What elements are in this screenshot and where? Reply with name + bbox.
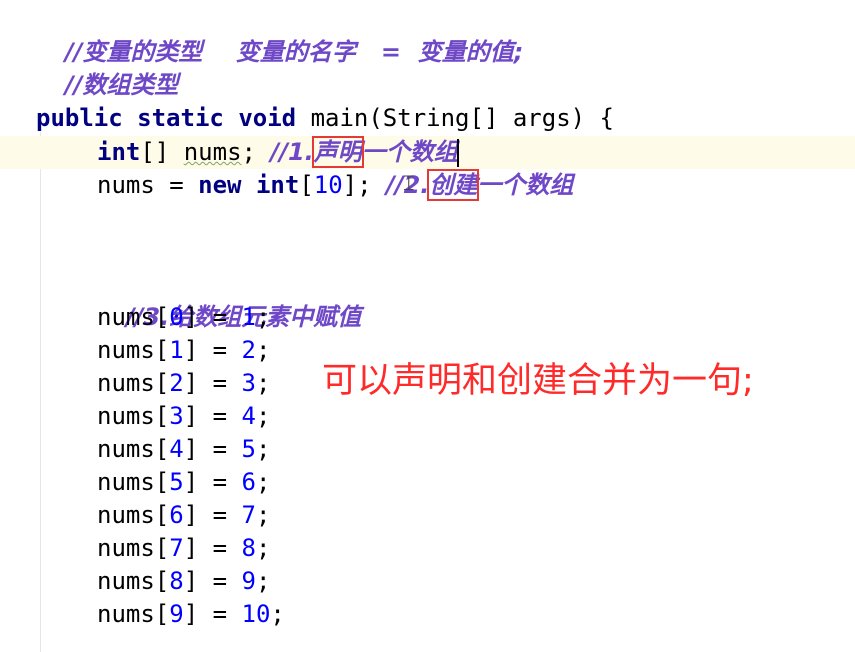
value: 8 bbox=[241, 534, 256, 562]
semicolon: ; bbox=[241, 138, 271, 166]
value: 1 bbox=[241, 303, 256, 331]
bracket-open: [ bbox=[299, 171, 314, 199]
comment-step2-suffix: 一个数组 bbox=[477, 171, 574, 199]
value: 3 bbox=[241, 369, 256, 397]
index: 9 bbox=[169, 600, 184, 628]
value: 6 bbox=[241, 468, 256, 496]
brackets: [] bbox=[140, 138, 184, 166]
assignment-line[interactable]: nums[7] = 8; bbox=[97, 532, 270, 565]
keyword-static: static bbox=[137, 104, 224, 132]
assignment-prefix: nums = bbox=[97, 171, 199, 199]
assignment-line[interactable]: nums[6] = 7; bbox=[97, 499, 270, 532]
index: 7 bbox=[169, 534, 184, 562]
indent-guide bbox=[40, 132, 41, 652]
assignment-line[interactable]: nums[2] = 3; bbox=[97, 367, 270, 400]
assignment-line[interactable]: nums[8] = 9; bbox=[97, 565, 270, 598]
value: 4 bbox=[241, 402, 256, 430]
comment-assign-step[interactable]: //3.给数组元素中赋值 bbox=[97, 268, 361, 331]
highlight-box-create: 创建 bbox=[427, 169, 480, 201]
variable-nums: nums bbox=[183, 138, 242, 166]
keyword-void: void bbox=[238, 104, 297, 132]
assignment-line[interactable]: nums[0] = 1; bbox=[97, 301, 270, 334]
array-size: 10 bbox=[313, 171, 343, 199]
assignment-line[interactable]: nums[3] = 4; bbox=[97, 400, 270, 433]
comment-step1-prefix: //1. bbox=[270, 138, 314, 166]
index: 8 bbox=[169, 567, 184, 595]
index: 6 bbox=[169, 501, 184, 529]
keyword-int: int bbox=[255, 171, 300, 199]
index: 3 bbox=[169, 402, 184, 430]
index: 1 bbox=[169, 336, 184, 364]
text-cursor bbox=[456, 139, 459, 167]
value: 7 bbox=[241, 501, 256, 529]
index: 5 bbox=[169, 468, 184, 496]
assignment-line[interactable]: nums[5] = 6; bbox=[97, 466, 270, 499]
value: 9 bbox=[241, 567, 256, 595]
comment-step1-suffix: 一个数组 bbox=[361, 138, 458, 166]
assignment-line[interactable]: nums[1] = 2; bbox=[97, 334, 270, 367]
main-method-declaration[interactable]: public static void main(String[] args) { bbox=[36, 102, 614, 135]
keyword-public: public bbox=[36, 104, 123, 132]
highlight-box-declare: 声明 bbox=[311, 136, 364, 168]
annotation-note: 可以声明和创建合并为一句; bbox=[322, 361, 754, 401]
method-signature: main(String[] args) { bbox=[310, 104, 614, 132]
value: 2 bbox=[241, 336, 256, 364]
index: 2 bbox=[169, 369, 184, 397]
assignment-line[interactable]: nums[9] = 10; bbox=[97, 598, 285, 631]
value: 5 bbox=[241, 435, 256, 463]
value: 10 bbox=[241, 600, 271, 628]
keyword-int: int bbox=[97, 138, 141, 166]
array-declaration-line[interactable]: int[] nums; //1.声明一个数组 bbox=[97, 136, 459, 169]
assignment-line[interactable]: nums[4] = 5; bbox=[97, 433, 270, 466]
comment-variable-syntax[interactable]: //变量的类型 变量的名字 = 变量的值; bbox=[36, 3, 523, 66]
mouse-ibeam-icon: 𝙸 bbox=[401, 171, 417, 196]
bracket-close: ]; bbox=[342, 171, 387, 199]
index: 4 bbox=[169, 435, 184, 463]
comment-text: //数组类型 bbox=[64, 71, 179, 99]
comment-array-type[interactable]: //数组类型 bbox=[36, 36, 179, 99]
keyword-new: new bbox=[198, 171, 242, 199]
index: 0 bbox=[169, 303, 184, 331]
array-creation-line[interactable]: nums = new int[10]; //2.创建一个数组 bbox=[97, 169, 573, 202]
